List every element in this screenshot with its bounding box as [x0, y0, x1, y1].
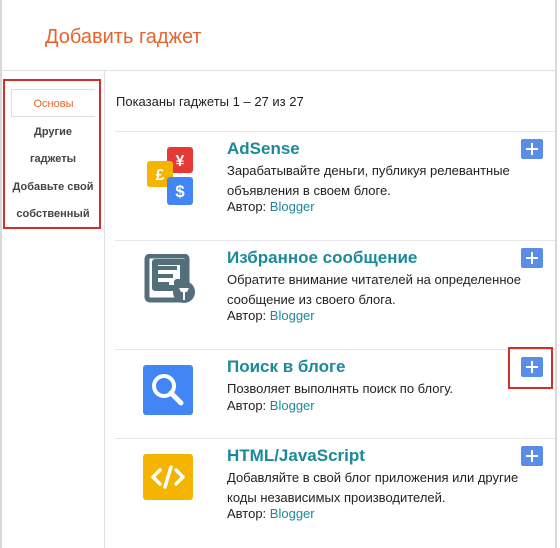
author-prefix: Автор: [227, 398, 267, 413]
sidebar-item-label: гаджеты [29, 153, 77, 165]
gadget-description: Зарабатывайте деньги, публикуя релевантн… [227, 163, 510, 198]
gadget-item-adsense: ¥ £ $ AdSense Зарабатывайте деньги, публ… [115, 139, 555, 239]
gadget-title[interactable]: HTML/JavaScript [227, 446, 365, 466]
gadget-author: Автор: Blogger [227, 398, 315, 413]
add-button-highlight [508, 347, 553, 389]
row-divider [115, 240, 555, 241]
author-link[interactable]: Blogger [270, 308, 315, 323]
svg-text:£: £ [156, 167, 165, 184]
gadget-description: Добавляйте в свой блог приложения или др… [227, 470, 519, 505]
gadget-item-blog-search: Поиск в блоге Позволяет выполнять поиск … [115, 357, 555, 457]
author-prefix: Автор: [227, 308, 267, 323]
gadget-title[interactable]: AdSense [227, 139, 300, 159]
dialog-title: Добавить гаджет [45, 26, 202, 48]
code-icon [143, 454, 195, 506]
pinned-post-icon [143, 253, 195, 306]
add-gadget-button[interactable] [521, 446, 543, 466]
gadget-item-html-javascript: HTML/JavaScript Добавляйте в свой блог п… [115, 446, 555, 546]
add-gadget-button[interactable] [521, 248, 543, 268]
author-link[interactable]: Blogger [270, 398, 315, 413]
sidebar-item-label: собственный [16, 208, 90, 220]
gadget-count: Показаны гаджеты 1 – 27 из 27 [116, 94, 304, 109]
row-divider [115, 131, 555, 132]
adsense-currency-icon: ¥ £ $ [143, 147, 195, 205]
add-gadget-dialog: Добавить гаджет Основы Другие гаджеты До… [0, 0, 560, 548]
gadget-author: Автор: Blogger [227, 506, 315, 521]
sidebar-item-other-gadgets[interactable]: Другие гаджеты [11, 119, 95, 173]
gadget-author: Автор: Blogger [227, 308, 315, 323]
search-icon [143, 365, 195, 417]
dialog-left-border [0, 0, 2, 548]
author-link[interactable]: Blogger [270, 506, 315, 521]
row-divider [115, 349, 555, 350]
gadget-title[interactable]: Избранное сообщение [227, 248, 417, 268]
sidebar-item-basics[interactable]: Основы [11, 89, 95, 117]
sidebar-divider [104, 71, 105, 548]
svg-text:$: $ [175, 182, 185, 201]
header-divider [2, 70, 555, 71]
gadget-title[interactable]: Поиск в блоге [227, 357, 346, 377]
sidebar-item-label: Добавьте свой [12, 181, 94, 193]
gadget-item-featured-post: Избранное сообщение Обратите внимание чи… [115, 248, 555, 348]
add-gadget-button[interactable] [521, 139, 543, 159]
sidebar-item-add-own[interactable]: Добавьте свой собственный [11, 174, 95, 228]
author-prefix: Автор: [227, 506, 267, 521]
svg-text:¥: ¥ [176, 153, 185, 170]
author-link[interactable]: Blogger [270, 199, 315, 214]
dialog-right-border [555, 0, 557, 548]
author-prefix: Автор: [227, 199, 267, 214]
gadget-description: Обратите внимание читателей на определен… [227, 272, 521, 307]
gadget-author: Автор: Blogger [227, 199, 315, 214]
sidebar-item-label: Другие [34, 126, 72, 138]
gadget-description: Позволяет выполнять поиск по блогу. [227, 381, 454, 396]
sidebar: Основы Другие гаджеты Добавьте свой собс… [3, 79, 101, 229]
